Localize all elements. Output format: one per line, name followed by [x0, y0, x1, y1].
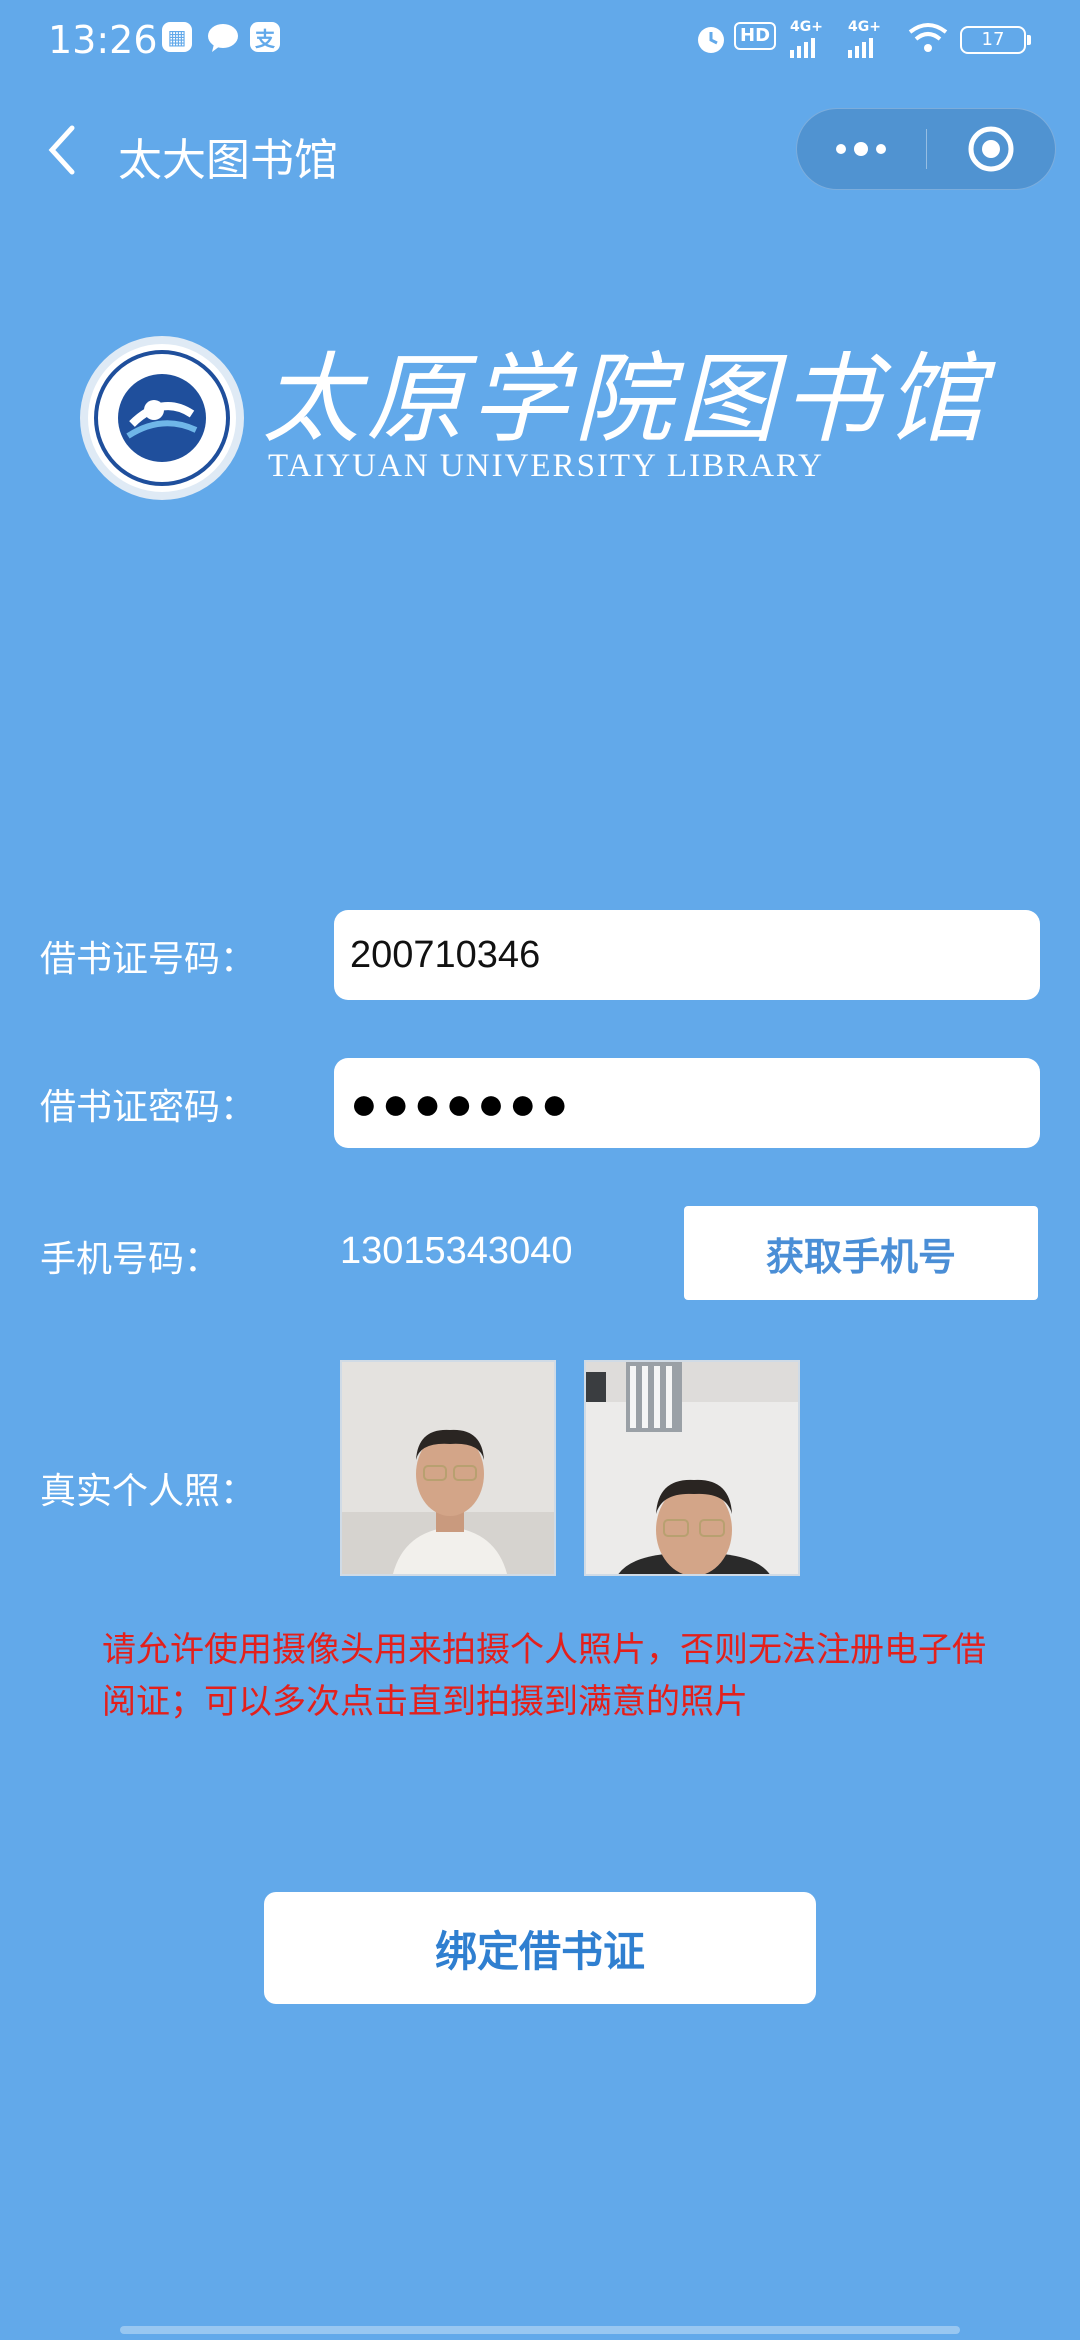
- signal-label-2: 4G+: [848, 19, 881, 35]
- password-input[interactable]: ●●●●●●●: [334, 1058, 1040, 1148]
- back-arrow-icon: [48, 125, 75, 175]
- chat-icon: [206, 22, 240, 58]
- mini-program-capsule: [796, 108, 1056, 190]
- signal-icon-2: 4G+: [848, 20, 881, 58]
- app-icon: ▦: [162, 22, 192, 52]
- battery-icon: 17: [960, 26, 1031, 54]
- password-value: ●●●●●●●: [350, 1077, 573, 1129]
- home-indicator: [120, 2326, 960, 2334]
- university-emblem-logo: [80, 336, 244, 500]
- alipay-icon: 支: [250, 22, 280, 52]
- phone-label: 手机号码：: [40, 1239, 221, 1280]
- password-label: 借书证密码：: [40, 1087, 257, 1128]
- status-time: 13:26: [48, 18, 158, 62]
- library-name-cn: 太原学院图书馆: [262, 343, 991, 457]
- close-button[interactable]: [927, 109, 1056, 189]
- more-dots-icon: [836, 142, 887, 156]
- personal-photo-2[interactable]: [584, 1360, 800, 1576]
- get-phone-button[interactable]: 获取手机号: [684, 1206, 1038, 1300]
- more-button[interactable]: [797, 109, 926, 189]
- back-button[interactable]: [36, 118, 86, 182]
- card-number-input[interactable]: 200710346: [334, 910, 1040, 1000]
- signal-icon-1: 4G+: [790, 20, 823, 58]
- phone-value: 13015343040: [340, 1230, 573, 1272]
- bind-card-button[interactable]: 绑定借书证: [264, 1892, 816, 2004]
- signal-label: 4G+: [790, 19, 823, 35]
- photo-label: 真实个人照：: [40, 1471, 257, 1512]
- target-close-icon: [968, 126, 1014, 172]
- wifi-icon: [908, 22, 948, 58]
- alarm-icon: [694, 22, 728, 60]
- personal-photo-1[interactable]: [340, 1360, 556, 1576]
- hd-icon: HD: [734, 22, 777, 50]
- library-name-en: TAIYUAN UNIVERSITY LIBRARY: [268, 448, 824, 484]
- page-title: 太大图书馆: [118, 135, 338, 186]
- camera-permission-notice: 请允许使用摄像头用来拍摄个人照片，否则无法注册电子借阅证；可以多次点击直到拍摄到…: [102, 1630, 986, 1722]
- card-number-label: 借书证号码：: [40, 939, 257, 980]
